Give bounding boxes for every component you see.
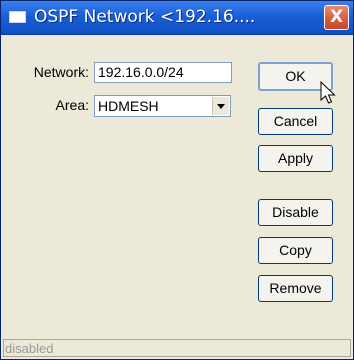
- status-field: disabled: [3, 339, 351, 357]
- area-label: Area:: [55, 97, 89, 113]
- disable-button[interactable]: Disable: [258, 199, 333, 226]
- apply-button[interactable]: Apply: [258, 145, 333, 172]
- cancel-button[interactable]: Cancel: [258, 108, 333, 135]
- close-button[interactable]: X: [324, 5, 349, 30]
- area-select-value: HDMESH: [98, 98, 159, 114]
- status-bar: disabled: [1, 337, 353, 359]
- cursor-icon: [320, 81, 336, 104]
- window-icon: [9, 11, 26, 23]
- network-label: Network:: [33, 64, 89, 80]
- title-bar[interactable]: OSPF Network <192.16.... X: [1, 1, 353, 35]
- status-text: disabled: [5, 341, 54, 356]
- copy-button[interactable]: Copy: [258, 237, 333, 264]
- ospf-network-dialog: OSPF Network <192.16.... X Network: 192.…: [0, 0, 354, 360]
- chevron-down-icon[interactable]: [212, 97, 229, 115]
- area-select[interactable]: HDMESH: [94, 95, 231, 117]
- network-input[interactable]: 192.16.0.0/24: [94, 62, 232, 83]
- window-title: OSPF Network <192.16....: [34, 7, 256, 27]
- remove-button[interactable]: Remove: [258, 275, 333, 302]
